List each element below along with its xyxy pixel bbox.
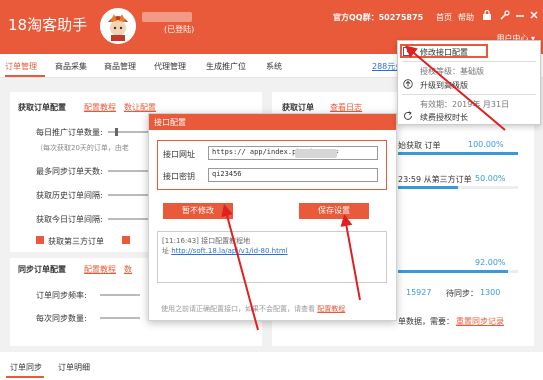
bottom-tabs: 订单同步 订单明细	[0, 352, 543, 380]
today-interval-label: 获取今日订单间隔:	[36, 215, 103, 224]
today-interval-slider[interactable]	[108, 218, 148, 220]
menu-item-label: 升级到高级版	[420, 81, 468, 90]
fetch-status-line-1: 始获取 订单	[398, 141, 441, 150]
fetch-hint-text: （每次获取20天的订单，由老	[36, 144, 129, 152]
fetch-status-line-2: 23:59 从第三方订单	[398, 175, 472, 184]
fetch-progress-pct-2: 50.00%	[475, 174, 506, 183]
redacted-url-part	[295, 149, 337, 158]
menu-item-upgrade[interactable]: 升级到高级版	[398, 78, 540, 92]
tab-generate-promotion[interactable]: 生成推广位	[206, 61, 246, 72]
qq-group-label: 官方QQ群：50275875	[333, 13, 424, 22]
sync-config-title: 同步订单配置	[18, 265, 66, 274]
fetch-config-title: 获取订单配置	[18, 103, 66, 112]
synced-count: 15927	[406, 288, 432, 297]
api-url-input[interactable]: https:// app/index.php?i=11&c=	[208, 146, 378, 160]
menu-item-expiry: 有效期：2019年 月31日	[398, 97, 540, 111]
login-status: (已登陆)	[164, 25, 195, 34]
sync-frequency-label: 订单同步频率:	[36, 291, 87, 300]
fetch-progress-pct-1: 100.00%	[468, 140, 504, 149]
log-area: [11:16:43] 接口配置教程地 址 http://soft.18.la/a…	[157, 231, 387, 283]
daily-order-count-label: 每日推广订单数量:	[36, 128, 103, 137]
view-log-link[interactable]: 查看日志	[330, 102, 362, 113]
reset-hint-text: 单数据，需要：	[398, 317, 454, 326]
menu-item-renew[interactable]: 续费授权时长	[398, 110, 540, 124]
tab-order-sync[interactable]: 订单同步	[10, 362, 42, 373]
save-settings-button[interactable]: 保存设置	[299, 203, 369, 219]
daily-order-count-knob[interactable]	[115, 128, 118, 136]
lock-icon[interactable]	[483, 9, 491, 23]
api-key-label: 接口密钥	[163, 172, 195, 181]
avatar[interactable]	[100, 8, 136, 44]
daily-order-count-slider[interactable]	[108, 131, 148, 133]
active-tab-indicator	[5, 75, 45, 77]
settings-icon[interactable]	[500, 10, 510, 23]
dialog-header: 接口配置	[149, 114, 396, 130]
menu-divider	[402, 94, 536, 95]
api-key-input[interactable]: qi23456	[208, 168, 378, 182]
menu-divider	[402, 61, 536, 62]
fetch-progress-bar-1	[398, 152, 518, 155]
third-party-checkbox[interactable]	[36, 236, 44, 244]
pending-sync-value: 1300	[480, 288, 501, 297]
log-line-addr: 址 http://soft.18.la/api/v1/id-80.html	[162, 246, 382, 256]
fetch-progress-bar-2	[398, 186, 518, 189]
sync-count-label: 每次同步数量:	[36, 314, 87, 323]
refresh-icon	[403, 111, 413, 121]
reset-sync-record-link[interactable]: 重置同步记录	[456, 316, 504, 327]
home-link[interactable]: 首页	[436, 12, 452, 23]
api-config-form: 接口网址 https:// app/index.php?i=11&c= 接口密钥…	[157, 140, 387, 190]
tab-system[interactable]: 系统	[266, 61, 282, 72]
sync-frequency-slider[interactable]	[100, 294, 140, 296]
config-tutorial-link[interactable]: 配置教程	[317, 305, 345, 313]
sync-progress-bar	[398, 270, 518, 273]
app-title: 18淘客助手	[8, 16, 88, 34]
active-bottom-tab-indicator	[6, 376, 44, 378]
tutorial-url-link[interactable]: http://soft.18.la/api/v1/id-80.html	[171, 247, 287, 255]
sync-count-slider[interactable]	[100, 317, 140, 319]
tab-product-collect[interactable]: 商品采集	[55, 61, 87, 72]
help-link[interactable]: 帮助	[458, 12, 474, 23]
menu-item-label: 授权等级：基础版	[420, 67, 484, 76]
log-line-time: [11:16:43] 接口配置教程地	[162, 237, 251, 245]
dialog-title: 接口配置	[154, 118, 186, 127]
sync-progress-pct: 92.00%	[475, 258, 506, 267]
tab-product-management[interactable]: 商品管理	[104, 61, 136, 72]
sync-config-data-link[interactable]: 数	[124, 264, 132, 275]
pending-sync-label: 待同步：	[446, 289, 478, 298]
tab-order-management[interactable]: 订单管理	[5, 61, 37, 72]
fetch-order-title: 获取订单	[282, 103, 314, 112]
third-party-label: 获取第三方订单	[48, 237, 104, 246]
extra-checkbox[interactable]	[122, 236, 130, 244]
close-icon[interactable]	[530, 10, 538, 23]
menu-item-label: 续费授权时长	[420, 113, 468, 122]
dialog-footer-text: 使用之前请正确配置接口，如果不会配置，请查看	[161, 305, 315, 313]
fetch-config-data-link[interactable]: 数让配置	[124, 102, 156, 113]
highlight-box	[400, 44, 488, 58]
api-config-dialog: 接口配置 接口网址 https:// app/index.php?i=11&c=…	[148, 113, 397, 321]
tab-agent-management[interactable]: 代理管理	[154, 61, 186, 72]
max-sync-days-label: 最多同步订单天数:	[36, 167, 103, 176]
menu-item-label: 有效期：2019年 月31日	[420, 100, 510, 109]
dialog-footer: 使用之前请正确配置接口，如果不会配置，请查看 配置教程	[161, 304, 345, 314]
fetch-config-tutorial-link[interactable]: 配置教程	[84, 102, 116, 113]
tab-order-detail[interactable]: 订单明细	[58, 362, 90, 373]
menu-item-auth-level: 授权等级：基础版	[398, 64, 540, 78]
minimize-icon[interactable]	[516, 10, 524, 23]
cancel-button[interactable]: 暂不修改	[163, 203, 233, 219]
user-center-dropdown: 修改接口配置 授权等级：基础版 升级到高级版 有效期：2019年 月31日 续费…	[397, 40, 541, 125]
history-interval-label: 获取历史订单间隔:	[36, 191, 103, 200]
history-interval-slider[interactable]	[108, 194, 148, 196]
arrow-up-circle-icon	[403, 79, 413, 89]
log-addr-prefix: 址	[162, 247, 172, 255]
user-name-redacted	[142, 12, 192, 22]
api-url-label: 接口网址	[163, 150, 195, 159]
sync-config-tutorial-link[interactable]: 配置教程	[84, 264, 116, 275]
max-sync-days-slider[interactable]	[108, 170, 148, 172]
